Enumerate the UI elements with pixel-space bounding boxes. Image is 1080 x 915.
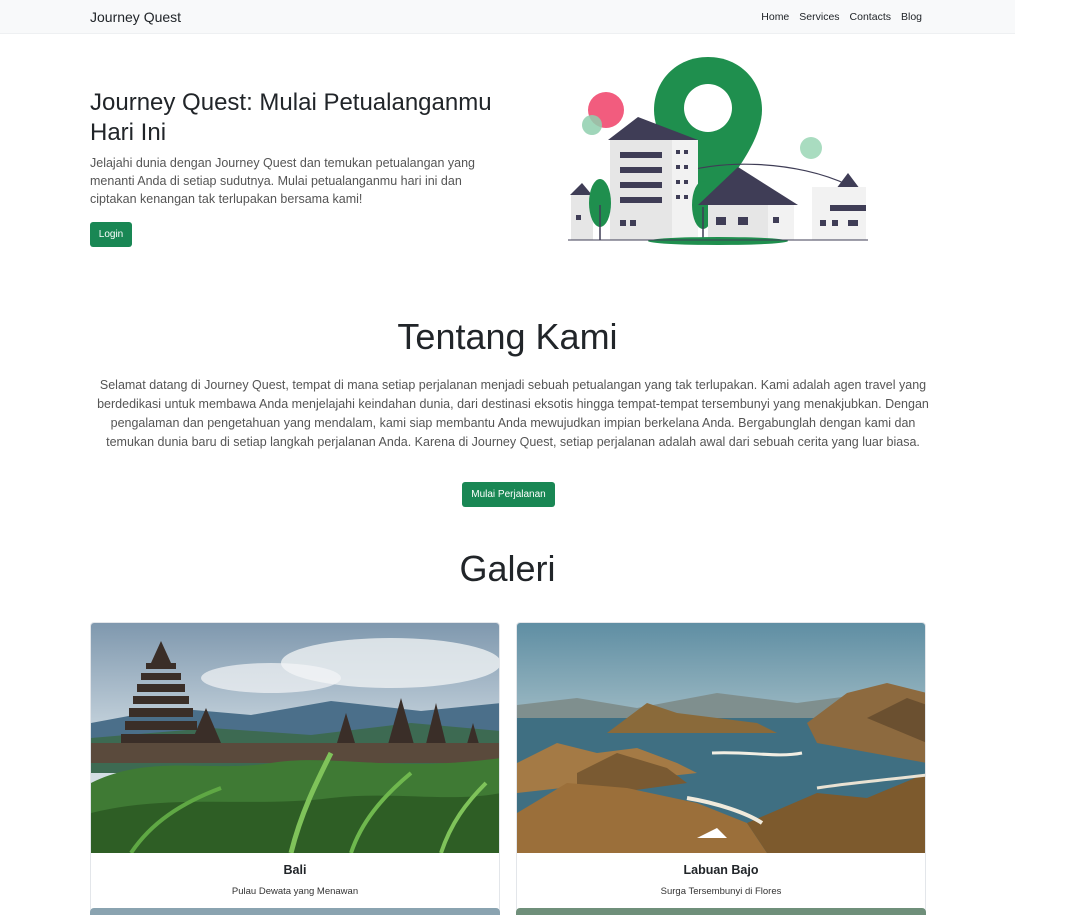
- navbar: Journey Quest Home Services Contacts Blo…: [0, 0, 1015, 34]
- card-title: Bali: [283, 863, 307, 877]
- gallery-card-bali[interactable]: Bali Pulau Dewata yang Menawan: [90, 622, 500, 912]
- nav-link-services[interactable]: Services: [799, 11, 839, 23]
- nav-link-blog[interactable]: Blog: [901, 11, 922, 23]
- gallery-card-partial[interactable]: [90, 908, 500, 915]
- labuan-bajo-image: [517, 623, 925, 853]
- about-title: Tentang Kami: [397, 316, 618, 357]
- card-title: Labuan Bajo: [683, 863, 759, 877]
- gallery-card-partial[interactable]: [516, 908, 926, 915]
- hero-description: Jelajahi dunia dengan Journey Quest dan …: [90, 156, 476, 206]
- card-text: Surga Tersembunyi di Flores: [660, 886, 782, 897]
- hero-title: Journey Quest: Mulai Petualanganmu Hari …: [90, 89, 492, 146]
- gallery-title: Galeri: [459, 548, 556, 589]
- gallery-card-labuan-bajo[interactable]: Labuan Bajo Surga Tersembunyi di Flores: [516, 622, 926, 912]
- nav-link-contacts[interactable]: Contacts: [850, 11, 891, 23]
- start-journey-button[interactable]: Mulai Perjalanan: [462, 482, 555, 507]
- about-description: Selamat datang di Journey Quest, tempat …: [97, 378, 929, 449]
- card-text: Pulau Dewata yang Menawan: [231, 886, 359, 897]
- login-button[interactable]: Login: [90, 222, 132, 247]
- city-location-illustration: [568, 55, 868, 250]
- nav-link-home[interactable]: Home: [761, 11, 789, 23]
- bali-temple-image: [91, 623, 499, 853]
- navbar-brand[interactable]: Journey Quest: [90, 9, 181, 25]
- nav-links: Home Services Contacts Blog: [761, 11, 922, 23]
